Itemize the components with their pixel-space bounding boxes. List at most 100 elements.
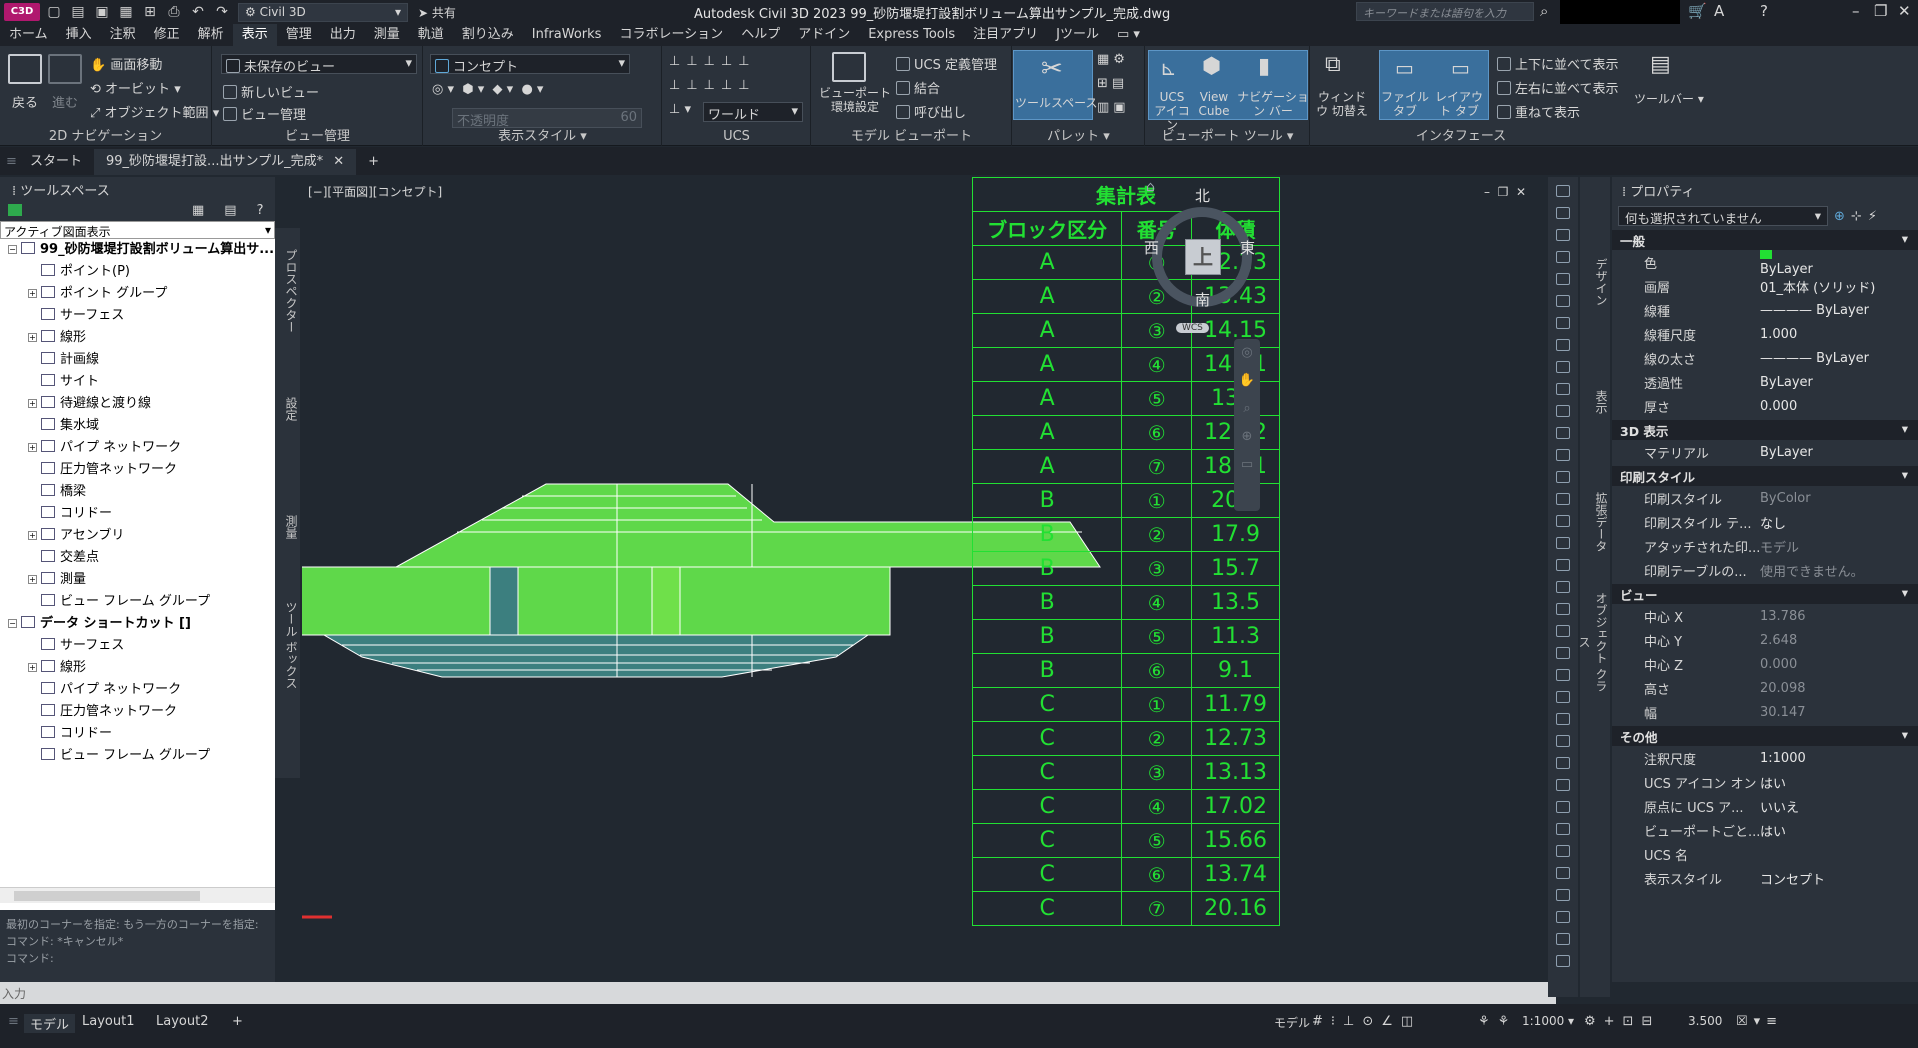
menu-tab[interactable]: 管理 bbox=[277, 24, 321, 46]
expand-icon[interactable]: + bbox=[28, 333, 37, 342]
workspace-selector[interactable]: ⚙ Civil 3D ▾ bbox=[238, 2, 408, 22]
vertical-tab[interactable]: オブジェクト クラス bbox=[1577, 587, 1610, 697]
vertical-tab[interactable]: デザイン bbox=[1580, 227, 1610, 337]
palette-tool-icon[interactable] bbox=[1556, 647, 1570, 659]
tree-node[interactable]: ビュー フレーム グループ bbox=[4, 591, 275, 613]
palette-tool-icon[interactable] bbox=[1556, 581, 1570, 593]
tab-model[interactable]: モデル bbox=[24, 1014, 76, 1033]
tab-layout2[interactable]: Layout2 bbox=[156, 1014, 208, 1029]
layout-tabs-toggle[interactable]: レイアウト タブ bbox=[1431, 90, 1487, 118]
app-logo[interactable]: C3D bbox=[4, 3, 40, 21]
palette-tool-icon[interactable] bbox=[1556, 801, 1570, 813]
property-row[interactable]: 中心 Z 0.000 bbox=[1612, 652, 1918, 676]
tree-node[interactable]: コリドー bbox=[4, 503, 275, 525]
vertical-tab[interactable]: 測量 bbox=[275, 472, 300, 582]
switch-windows-button[interactable]: ウィンドウ 切替え bbox=[1315, 90, 1369, 118]
help-search-input[interactable]: キーワードまたは語句を入力 bbox=[1356, 2, 1534, 21]
command-input[interactable]: 入力 bbox=[0, 982, 1556, 1004]
share-button[interactable]: ➤ 共有 bbox=[418, 4, 456, 21]
expand-icon[interactable]: − bbox=[8, 245, 17, 254]
property-section-header[interactable]: ビュー ▾ bbox=[1612, 584, 1918, 604]
property-row[interactable]: 印刷スタイル ByColor bbox=[1612, 486, 1918, 510]
property-row[interactable]: 幅 30.147 bbox=[1612, 700, 1918, 724]
tab-drawing[interactable]: 99_砂防堰堤打設...出サンプル_完成* ✕ bbox=[94, 149, 357, 175]
menu-tab[interactable]: 割り込み bbox=[453, 24, 523, 46]
ucs-icons-row2[interactable]: ⊥⊥⊥⊥⊥ bbox=[669, 78, 756, 93]
annotation-scale[interactable]: 1:1000 ▾ bbox=[1522, 1014, 1574, 1028]
table-row[interactable]: C ⑥ 13.74 bbox=[971, 857, 1280, 892]
palette-tool-icon[interactable] bbox=[1556, 229, 1570, 241]
table-row[interactable]: B ② 17.9 bbox=[971, 517, 1280, 552]
property-row[interactable]: 画層 01_本体 (ソリッド) bbox=[1612, 274, 1918, 298]
close-tab-icon[interactable]: ✕ bbox=[333, 154, 344, 169]
menu-tab[interactable]: 出力 bbox=[321, 24, 365, 46]
tree-node[interactable]: ビュー フレーム グループ bbox=[4, 745, 275, 767]
annotation-toggles[interactable]: ⚘⚘ bbox=[1478, 1014, 1517, 1029]
green-block[interactable] bbox=[651, 566, 681, 636]
grip-icon[interactable]: ⁞ bbox=[1622, 185, 1626, 200]
tree-node[interactable]: サーフェス bbox=[4, 635, 275, 657]
table-row[interactable]: C ④ 17.02 bbox=[971, 789, 1280, 824]
palette-tool-icon[interactable] bbox=[1556, 933, 1570, 945]
tree-node[interactable]: 集水域 bbox=[4, 415, 275, 437]
palette-tool-icon[interactable] bbox=[1556, 889, 1570, 901]
palette-tool-icon[interactable] bbox=[1556, 911, 1570, 923]
grip-icon[interactable]: ⁞ bbox=[12, 184, 16, 199]
menu-tab[interactable]: 注目アプリ bbox=[964, 24, 1047, 46]
tab-start[interactable]: スタート bbox=[18, 149, 94, 175]
property-row[interactable]: 高さ 20.098 bbox=[1612, 676, 1918, 700]
print-icon[interactable]: ⎙ bbox=[166, 4, 182, 20]
table-row[interactable]: B ⑤ 11.3 bbox=[971, 619, 1280, 654]
palette-tool-icon[interactable] bbox=[1556, 361, 1570, 373]
vertical-tab[interactable]: 設定 bbox=[275, 354, 300, 464]
collapse-icon[interactable]: ▾ bbox=[1902, 421, 1908, 436]
palette-tool-icon[interactable] bbox=[1556, 295, 1570, 307]
tree-node[interactable]: コリドー bbox=[4, 723, 275, 745]
search-icon[interactable]: ⌕ bbox=[1540, 2, 1548, 20]
table-row[interactable]: C ③ 13.13 bbox=[971, 755, 1280, 790]
orbit-button[interactable]: ⟲ オービット ▾ bbox=[90, 78, 181, 97]
palette-tool-icon[interactable] bbox=[1556, 845, 1570, 857]
teal-block[interactable] bbox=[489, 566, 519, 636]
menu-tab[interactable]: コラボレーション bbox=[610, 24, 732, 46]
viewcube-face[interactable]: 上 bbox=[1185, 239, 1221, 275]
horizontal-scrollbar[interactable] bbox=[0, 887, 275, 903]
menu-tab[interactable]: アドイン bbox=[789, 24, 859, 46]
palette-tool-icon[interactable] bbox=[1556, 735, 1570, 747]
property-row[interactable]: 線の太さ ———— ByLayer bbox=[1612, 346, 1918, 370]
property-row[interactable]: 印刷スタイル テ... なし bbox=[1612, 510, 1918, 534]
palette-tool-icon[interactable] bbox=[1556, 317, 1570, 329]
tree-node[interactable]: サーフェス bbox=[4, 305, 275, 327]
workspace-toggles[interactable]: ⚙+⊡⊟ bbox=[1584, 1014, 1660, 1029]
drawing-viewport[interactable]: [−][平面図][コンセプト] – ❐ ✕ 集計表 ブロック区分 番号 体積 A… bbox=[302, 177, 1547, 982]
selection-select[interactable]: 何も選択されていません ▾ bbox=[1618, 206, 1828, 226]
property-row[interactable]: 原点に UCS ア... いいえ bbox=[1612, 794, 1918, 818]
expand-icon[interactable]: + bbox=[28, 399, 37, 408]
tree-node[interactable]: 橋梁 bbox=[4, 481, 275, 503]
customize-icon[interactable]: ☒▾≡ bbox=[1736, 1014, 1783, 1029]
property-row[interactable]: 注釈尺度 1:1000 bbox=[1612, 746, 1918, 770]
viewport-config-icon[interactable] bbox=[832, 52, 866, 82]
expand-icon[interactable]: + bbox=[28, 443, 37, 452]
file-tabs-toggle[interactable]: ファイル タブ bbox=[1381, 90, 1429, 118]
pan-button[interactable]: ✋ 画面移動 bbox=[90, 54, 162, 73]
menu-tab[interactable]: ヘルプ bbox=[732, 24, 789, 46]
home-icon[interactable]: ⌂ bbox=[1146, 179, 1155, 195]
palette-tool-icon[interactable] bbox=[1556, 603, 1570, 615]
palette-tool-icon[interactable] bbox=[1556, 713, 1570, 725]
settings-tree-icon[interactable]: ▦ bbox=[192, 203, 204, 218]
menu-tab[interactable]: 軌道 bbox=[409, 24, 453, 46]
collapse-icon[interactable]: ▾ bbox=[1902, 727, 1908, 742]
property-row[interactable]: マテリアル ByLayer bbox=[1612, 440, 1918, 464]
palette-tool-icon[interactable] bbox=[1556, 185, 1570, 197]
tree-node[interactable]: + 線形 bbox=[4, 327, 275, 349]
property-row[interactable]: 線種尺度 1.000 bbox=[1612, 322, 1918, 346]
palette-tool-icon[interactable] bbox=[1556, 383, 1570, 395]
palette-tool-icon[interactable] bbox=[1556, 251, 1570, 263]
list-view-icon[interactable]: ▤ bbox=[224, 203, 236, 218]
help-icon[interactable]: ? bbox=[1760, 2, 1768, 20]
menu-tab[interactable]: 解析 bbox=[189, 24, 233, 46]
property-row[interactable]: 色 ByLayer bbox=[1612, 247, 1918, 277]
navbar-toggle[interactable]: ナビゲーション バー bbox=[1236, 90, 1310, 118]
toolspace-tree-icon[interactable] bbox=[8, 204, 22, 216]
